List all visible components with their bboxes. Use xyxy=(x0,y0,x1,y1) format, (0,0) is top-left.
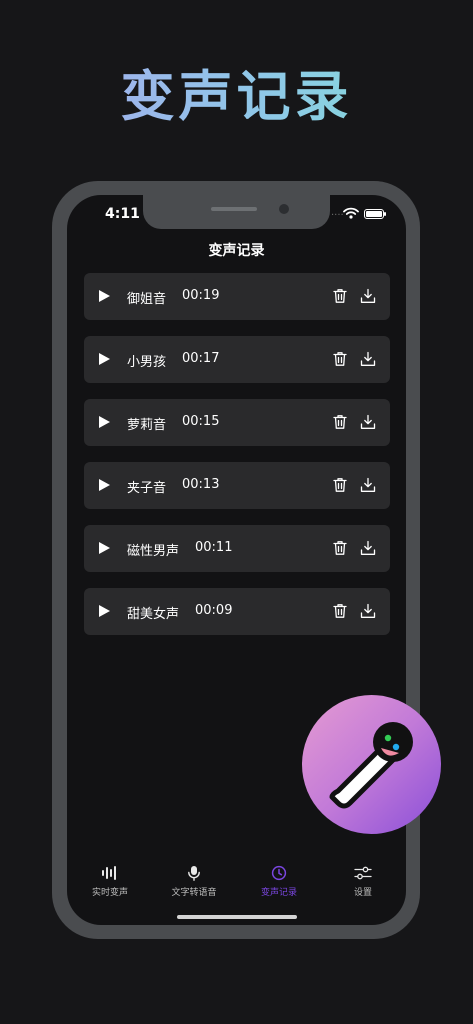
list-item: 夹子音 00:13 xyxy=(84,462,390,509)
tab-text-to-speech[interactable]: 文字转语音 xyxy=(154,863,234,898)
trash-icon[interactable] xyxy=(333,288,347,304)
app-logo xyxy=(302,695,441,834)
microphone-icon xyxy=(188,866,200,881)
trash-icon[interactable] xyxy=(333,540,347,556)
download-icon[interactable] xyxy=(360,477,376,493)
tab-label: 设置 xyxy=(353,888,372,898)
tab-realtime-voice[interactable]: 实时变声 xyxy=(70,863,150,898)
play-icon[interactable] xyxy=(99,416,110,428)
record-name: 甜美女声 xyxy=(127,607,180,622)
record-name: 御姐音 xyxy=(127,292,167,307)
speaker xyxy=(211,207,257,211)
download-icon[interactable] xyxy=(360,540,376,556)
page-title: 变声记录 xyxy=(208,243,265,259)
download-icon[interactable] xyxy=(360,603,376,619)
play-icon[interactable] xyxy=(99,479,110,491)
record-name: 小男孩 xyxy=(127,355,167,370)
records-list: 御姐音 00:19 小男孩 00:17 萝莉音 00:15 夹子音 00:13 xyxy=(84,273,390,651)
record-duration: 00:13 xyxy=(182,477,220,492)
sliders-icon xyxy=(354,866,372,880)
signal-dots: .... xyxy=(331,207,344,218)
tab-voice-records[interactable]: 变声记录 xyxy=(239,863,319,898)
record-name: 萝莉音 xyxy=(127,418,167,433)
microphone-icon xyxy=(329,722,413,809)
promo-headline: 变声记录 xyxy=(0,52,473,131)
clock-icon xyxy=(271,865,287,881)
list-item: 甜美女声 00:09 xyxy=(84,588,390,635)
tab-settings[interactable]: 设置 xyxy=(323,863,403,898)
tab-bar: 实时变声 文字转语音 变声记录 设置 xyxy=(67,863,406,903)
download-icon[interactable] xyxy=(360,414,376,430)
tab-label: 变声记录 xyxy=(260,888,297,898)
trash-icon[interactable] xyxy=(333,477,347,493)
record-name: 夹子音 xyxy=(127,481,167,496)
tab-label: 实时变声 xyxy=(91,888,128,898)
record-duration: 00:11 xyxy=(195,540,233,555)
play-icon[interactable] xyxy=(99,353,110,365)
record-duration: 00:19 xyxy=(182,288,220,303)
list-item: 御姐音 00:19 xyxy=(84,273,390,320)
download-icon[interactable] xyxy=(360,351,376,367)
download-icon[interactable] xyxy=(360,288,376,304)
play-icon[interactable] xyxy=(99,605,110,617)
play-icon[interactable] xyxy=(99,542,110,554)
record-duration: 00:15 xyxy=(182,414,220,429)
tab-label: 文字转语音 xyxy=(171,888,217,898)
list-item: 磁性男声 00:11 xyxy=(84,525,390,572)
record-name: 磁性男声 xyxy=(127,544,180,559)
list-item: 萝莉音 00:15 xyxy=(84,399,390,446)
record-duration: 00:09 xyxy=(195,603,233,618)
status-time: 4:11 xyxy=(105,206,140,222)
record-duration: 00:17 xyxy=(182,351,220,366)
notch xyxy=(143,195,330,229)
wifi-icon xyxy=(343,207,359,219)
home-indicator xyxy=(177,915,297,919)
trash-icon[interactable] xyxy=(333,414,347,430)
camera xyxy=(279,204,289,214)
play-icon[interactable] xyxy=(99,290,110,302)
waveform-icon xyxy=(102,866,116,880)
list-item: 小男孩 00:17 xyxy=(84,336,390,383)
trash-icon[interactable] xyxy=(333,603,347,619)
trash-icon[interactable] xyxy=(333,351,347,367)
battery-icon xyxy=(364,209,386,219)
